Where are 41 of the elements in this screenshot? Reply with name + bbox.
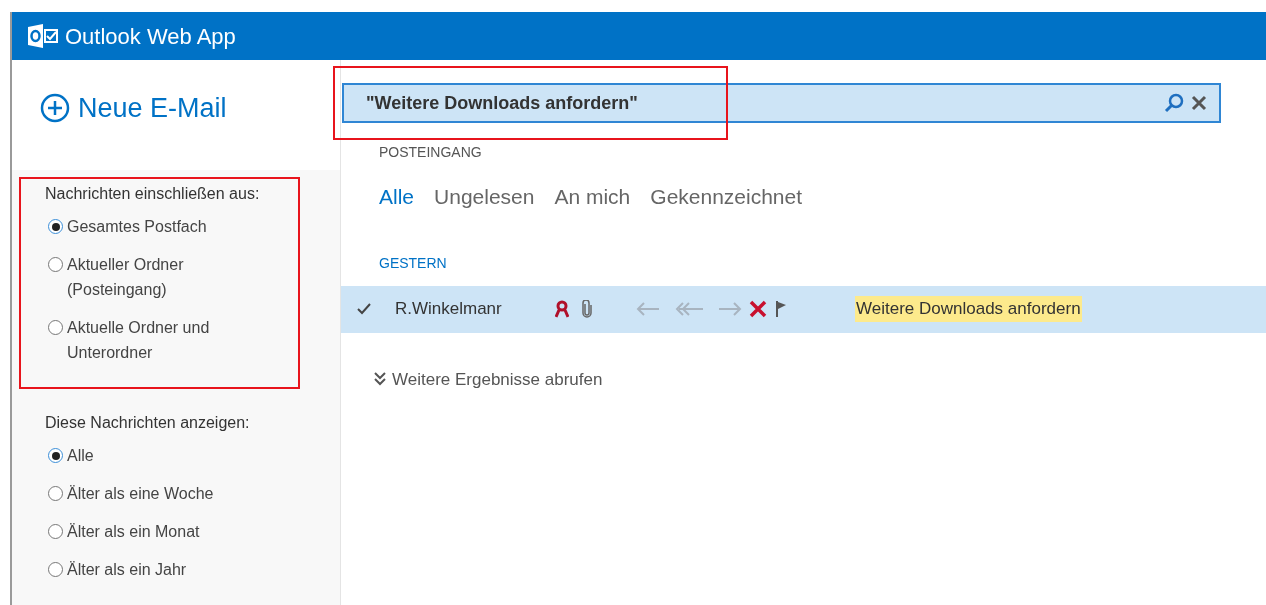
message-row[interactable]: R.Winkelmanr Weitere Downloads anfordern xyxy=(341,285,1266,333)
filter-tab[interactable]: An mich xyxy=(554,181,631,213)
logo-icon xyxy=(26,24,60,48)
radio-label[interactable]: Gesamtes Postfach xyxy=(67,214,207,239)
folder-label: POSTEINGANG xyxy=(379,143,483,162)
radio-button[interactable] xyxy=(48,219,63,234)
reply-icon[interactable] xyxy=(635,301,661,317)
radio-label[interactable]: Älter als ein Monat xyxy=(67,519,200,544)
radio-button[interactable] xyxy=(48,448,63,463)
search-icon[interactable] xyxy=(1163,92,1185,114)
more-results-link[interactable]: Weitere Ergebnisse abrufen xyxy=(374,366,603,392)
double-chevron-icon xyxy=(374,372,386,387)
close-icon[interactable] xyxy=(1191,95,1207,111)
radio-label[interactable]: Alle xyxy=(67,443,94,468)
radio-button[interactable] xyxy=(48,562,63,577)
message-sender: R.Winkelmanr xyxy=(395,298,503,321)
group-heading: Diese Nachrichten anzeigen: xyxy=(45,413,251,433)
date-group-heading: GESTERN xyxy=(379,253,448,273)
filter-tab[interactable]: Alle xyxy=(379,181,415,213)
message-subject: Weitere Downloads anfordern xyxy=(855,296,1082,322)
check-icon xyxy=(357,303,371,315)
paperclip-icon xyxy=(581,300,593,318)
radio-label[interactable]: Älter als eine Woche xyxy=(67,481,214,506)
radio-button[interactable] xyxy=(48,320,63,335)
radio-button[interactable] xyxy=(48,257,63,272)
search-field[interactable]: "Weitere Downloads anfordern" xyxy=(342,83,1221,123)
radio-button[interactable] xyxy=(48,524,63,539)
flag-icon[interactable] xyxy=(775,300,787,318)
radio-button[interactable] xyxy=(48,486,63,501)
radio-label[interactable]: Älter als ein Jahr xyxy=(67,557,187,582)
delete-icon[interactable] xyxy=(749,300,767,318)
forward-icon[interactable] xyxy=(717,301,743,317)
reply-all-icon[interactable] xyxy=(673,301,705,317)
ribbon-icon xyxy=(555,300,569,318)
filter-tab[interactable]: Ungelesen xyxy=(434,181,535,213)
plus-circle-icon xyxy=(40,93,70,124)
filter-tab[interactable]: Gekennzeichnet xyxy=(650,181,803,213)
app-title: Outlook Web App xyxy=(65,22,236,51)
radio-label[interactable]: Aktueller Ordner (Posteingang) xyxy=(67,252,184,302)
radio-label[interactable]: Aktuelle Ordner und Unterordner xyxy=(67,315,210,365)
group-heading: Nachrichten einschließen aus: xyxy=(45,184,261,204)
